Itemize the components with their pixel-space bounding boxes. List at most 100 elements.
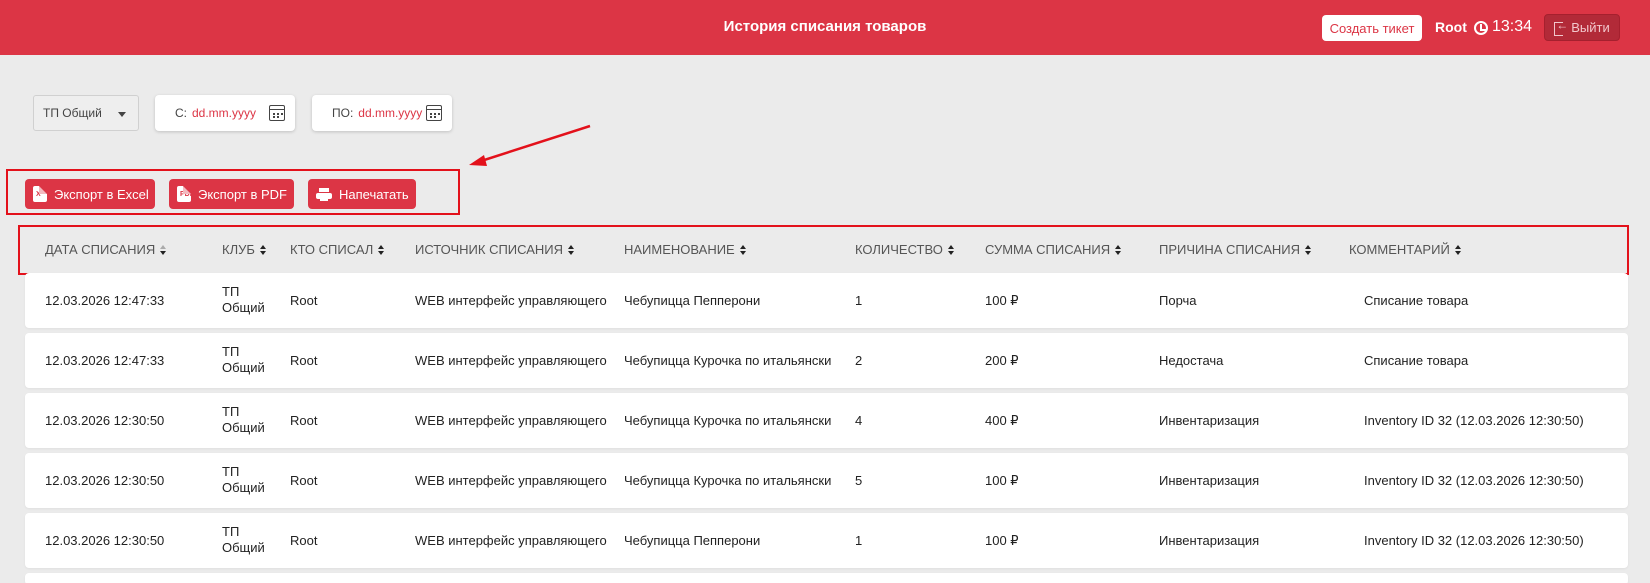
cell-who: Root <box>290 353 318 368</box>
logout-label: Выйти <box>1571 20 1610 35</box>
cell-sum: 100 ₽ <box>985 473 1019 488</box>
export-pdf-label: Экспорт в PDF <box>198 186 287 202</box>
table-row[interactable]: 12.03.2026 12:47:33 ТП Общий Root WEB ин… <box>25 333 1628 388</box>
column-header-label: Причина списания <box>1159 242 1301 257</box>
cell-sum: 100 ₽ <box>985 293 1019 308</box>
column-header-comment[interactable]: Комментарий <box>1349 242 1461 257</box>
logout-icon <box>1554 18 1568 36</box>
column-header-label: Клуб <box>222 242 255 257</box>
calendar-icon[interactable] <box>426 105 442 121</box>
cell-club: ТП Общий <box>222 464 265 495</box>
column-header-label: Кто списал <box>290 242 374 257</box>
column-header-date[interactable]: Дата списания <box>45 242 166 257</box>
cell-quantity: 5 <box>855 473 863 488</box>
excel-file-icon: X <box>33 186 47 202</box>
cell-sum: 200 ₽ <box>985 353 1019 368</box>
table-row-partial <box>25 573 1628 583</box>
cell-club: ТП Общий <box>222 284 265 315</box>
cell-comment: Списание товара <box>1364 293 1469 308</box>
export-pdf-button[interactable]: PDF Экспорт в PDF <box>169 179 294 209</box>
cell-quantity: 1 <box>855 533 863 548</box>
cell-date: 12.03.2026 12:30:50 <box>45 533 165 548</box>
table-row[interactable]: 12.03.2026 12:47:33 ТП Общий Root WEB ин… <box>25 273 1628 328</box>
user-name: Root <box>1435 19 1467 35</box>
annotation-arrow-line <box>477 124 591 164</box>
date-from-field[interactable]: С: <box>155 95 295 131</box>
sort-icon <box>378 245 384 255</box>
column-header-club[interactable]: Клуб <box>222 242 266 257</box>
annotation-arrow-head <box>469 155 487 166</box>
cell-who: Root <box>290 533 318 548</box>
cell-who: Root <box>290 293 318 308</box>
column-header-source[interactable]: Источник списания <box>415 242 574 257</box>
print-button[interactable]: Напечатать <box>308 179 416 209</box>
table-header: Дата списания Клуб Кто списал Источник с… <box>25 231 1625 269</box>
sort-icon <box>568 245 574 255</box>
cell-reason: Инвентаризация <box>1159 533 1260 548</box>
table-row[interactable]: 12.03.2026 12:30:50 ТП Общий Root WEB ин… <box>25 393 1628 448</box>
cell-club: ТП Общий <box>222 344 265 375</box>
cell-sum: 100 ₽ <box>985 533 1019 548</box>
cell-name: Чебупицца Пепперони <box>624 533 761 548</box>
cell-who: Root <box>290 473 318 488</box>
export-excel-label: Экспорт в Excel <box>54 186 149 202</box>
logout-button[interactable]: Выйти <box>1544 14 1620 41</box>
cell-who: Root <box>290 413 318 428</box>
cell-comment: Inventory ID 32 (12.03.2026 12:30:50) <box>1364 413 1584 428</box>
date-from-label: С: <box>175 106 187 120</box>
clock-time: 13:34 <box>1492 18 1533 35</box>
caret-down-icon <box>118 112 126 117</box>
column-header-label: Наименование <box>624 242 735 257</box>
cell-name: Чебупицца Курочка по итальянски <box>624 473 832 488</box>
cell-name: Чебупицца Пепперони <box>624 293 761 308</box>
column-header-label: Комментарий <box>1349 242 1450 257</box>
sort-icon <box>160 245 166 255</box>
cell-source: WEB интерфейс управляющего <box>415 293 607 308</box>
cell-source: WEB интерфейс управляющего <box>415 413 607 428</box>
cell-source: WEB интерфейс управляющего <box>415 533 607 548</box>
cell-club: ТП Общий <box>222 524 265 555</box>
cell-quantity: 1 <box>855 293 863 308</box>
cell-reason: Порча <box>1159 293 1197 308</box>
top-bar: История списания товаров Создать тикет R… <box>0 0 1650 55</box>
sort-icon <box>948 245 954 255</box>
column-header-who[interactable]: Кто списал <box>290 242 384 257</box>
column-header-reason[interactable]: Причина списания <box>1159 242 1311 257</box>
create-ticket-button[interactable]: Создать тикет <box>1322 15 1422 41</box>
pdf-file-icon: PDF <box>177 186 194 202</box>
cell-reason: Инвентаризация <box>1159 473 1260 488</box>
column-header-sum[interactable]: Сумма списания <box>985 242 1121 257</box>
cell-name: Чебупицца Курочка по итальянски <box>624 353 832 368</box>
date-from-input[interactable] <box>192 106 270 120</box>
clock-icon <box>1474 21 1488 35</box>
cell-source: WEB интерфейс управляющего <box>415 353 607 368</box>
table-row[interactable]: 12.03.2026 12:30:50 ТП Общий Root WEB ин… <box>25 513 1628 568</box>
club-select-value: ТП Общий <box>43 106 102 120</box>
sort-icon <box>1115 245 1121 255</box>
calendar-icon[interactable] <box>269 105 285 121</box>
sort-icon <box>740 245 746 255</box>
cell-club: ТП Общий <box>222 404 265 435</box>
cell-name: Чебупицца Курочка по итальянски <box>624 413 832 428</box>
table-row[interactable]: 12.03.2026 12:30:50 ТП Общий Root WEB ин… <box>25 453 1628 508</box>
export-excel-button[interactable]: X Экспорт в Excel <box>25 179 155 209</box>
sort-icon <box>260 245 266 255</box>
date-to-input[interactable] <box>358 106 437 120</box>
column-header-name[interactable]: Наименование <box>624 242 746 257</box>
column-header-label: Сумма списания <box>985 242 1111 257</box>
cell-source: WEB интерфейс управляющего <box>415 473 607 488</box>
club-select[interactable]: ТП Общий <box>33 95 139 131</box>
column-header-label: Дата списания <box>45 242 156 257</box>
cell-quantity: 2 <box>855 353 863 368</box>
cell-comment: Списание товара <box>1364 353 1469 368</box>
cell-quantity: 4 <box>855 413 863 428</box>
cell-date: 12.03.2026 12:47:33 <box>45 293 165 308</box>
column-header-label: Источник списания <box>415 242 564 257</box>
print-label: Напечатать <box>339 186 409 202</box>
date-to-label: ПО: <box>332 106 354 120</box>
sort-icon <box>1455 245 1461 255</box>
cell-date: 12.03.2026 12:47:33 <box>45 353 165 368</box>
column-header-quantity[interactable]: Количество <box>855 242 954 257</box>
date-to-field[interactable]: ПО: <box>312 95 452 131</box>
printer-icon <box>316 187 332 202</box>
